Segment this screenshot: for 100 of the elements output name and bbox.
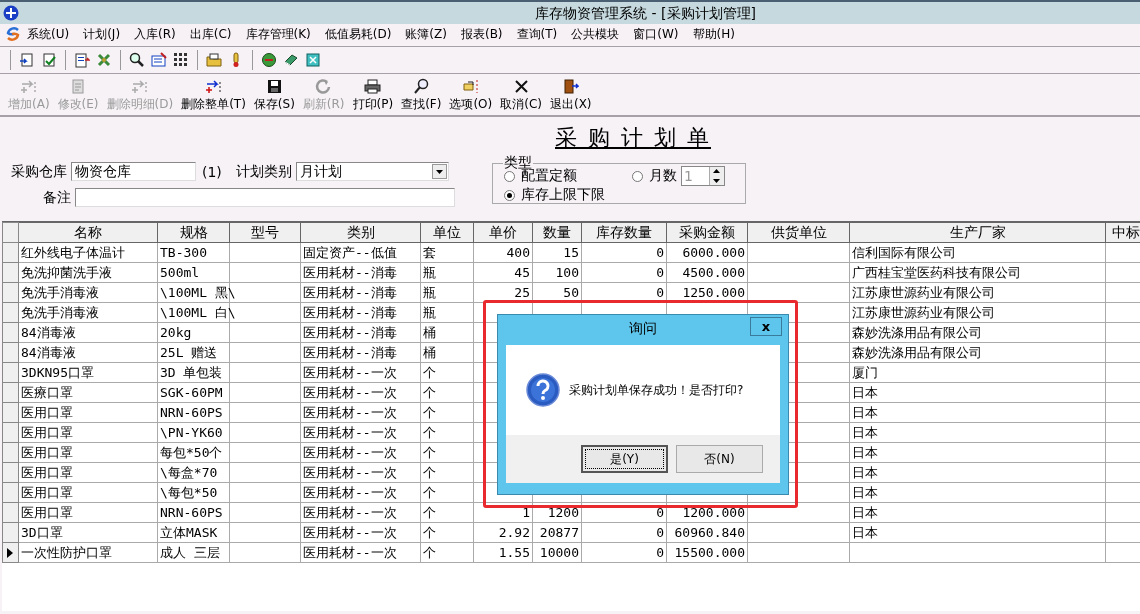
table-cell: 成人 三层 <box>160 543 220 562</box>
table-cell: 1250.000 <box>682 285 745 300</box>
toolbar-button[interactable]: 取消(C) <box>496 78 546 115</box>
printer-icon <box>364 78 382 95</box>
table-cell: 个 <box>423 543 436 562</box>
table-cell: 医用耗材--一次 <box>303 383 397 402</box>
remark-field[interactable] <box>75 188 455 207</box>
check-document-icon <box>41 52 57 68</box>
menu-item[interactable]: 库存管理(K) <box>238 25 318 43</box>
toolbar-button[interactable] <box>19 52 35 68</box>
table-cell: 桶 <box>423 343 436 362</box>
toolbar-button[interactable] <box>283 52 299 68</box>
grid-icon <box>173 52 189 68</box>
toolbar-button[interactable]: 打印(P) <box>348 78 398 115</box>
table-cell: 20877 <box>539 525 579 540</box>
column-header[interactable]: 名称 <box>74 223 102 242</box>
table-cell: 森妙洗涤用品有限公司 <box>852 323 982 342</box>
toolbar-button[interactable] <box>206 52 222 68</box>
table-cell: 桶 <box>423 323 436 342</box>
table-cell: \每包*50 <box>160 483 218 502</box>
menu-item[interactable]: 计划(J) <box>76 25 128 43</box>
table-cell: 医用口罩 <box>21 403 73 422</box>
table-cell: 10000 <box>539 545 579 560</box>
table-cell: 45 <box>514 265 530 280</box>
table-cell: 1200.000 <box>682 505 745 520</box>
menu-item[interactable]: 窗口(W) <box>626 25 686 43</box>
table-cell: 84消毒液 <box>21 323 76 342</box>
plus-arrow-icon <box>20 78 38 95</box>
toolbar-button[interactable]: 查找(F) <box>397 78 446 115</box>
table-cell: 日本 <box>852 463 878 482</box>
table-cell: 400 <box>506 245 530 260</box>
table-cell: 江苏康世源药业有限公司 <box>852 283 995 302</box>
warehouse-code: (1) <box>202 163 222 180</box>
table-cell: 医用口罩 <box>21 423 73 442</box>
menu-item[interactable]: 低值易耗(D) <box>317 25 399 43</box>
table-cell: 60960.840 <box>674 525 745 540</box>
menu-item[interactable]: 帮助(H) <box>685 25 742 43</box>
table-cell: 6000.000 <box>682 245 745 260</box>
toolbar-button[interactable] <box>74 52 90 68</box>
table-cell: 医療口罩 <box>21 383 73 402</box>
table-cell: 50 <box>563 285 579 300</box>
table-cell: 1200 <box>547 505 579 520</box>
toolbar-button[interactable]: 退出(X) <box>545 78 596 115</box>
menu-item[interactable]: 报表(B) <box>453 25 510 43</box>
table-cell: 1 <box>522 505 530 520</box>
up-arrow-icon <box>710 167 723 176</box>
menu-item[interactable]: 系统(U) <box>20 25 77 43</box>
menu-item[interactable]: 查询(T) <box>509 25 565 43</box>
clipboard-icon <box>74 52 90 68</box>
table-cell: 医用耗材--一次 <box>303 403 397 422</box>
table-cell: 免洗手消毒液 <box>21 283 99 302</box>
table-cell: 医用耗材--一次 <box>303 483 397 502</box>
warehouse-field[interactable]: 物资仓库 <box>71 162 196 181</box>
table-cell: 3D口罩 <box>21 523 63 542</box>
toolbar-button[interactable] <box>261 52 277 68</box>
search-icon <box>412 78 430 95</box>
table-cell: \每盒*70 <box>160 463 218 482</box>
table-cell: 医用耗材--一次 <box>303 463 397 482</box>
app-icon <box>3 5 19 21</box>
edit-document-icon <box>69 78 87 95</box>
dialog-message: 采购计划单保存成功！是否打印? <box>569 381 744 399</box>
table-cell: 医用耗材--一次 <box>303 523 397 542</box>
plan-type-dropdown[interactable]: 月计划 <box>295 162 449 181</box>
folder-icon <box>206 52 222 68</box>
dialog-button[interactable]: 是(Y) <box>581 445 668 473</box>
menu-item[interactable]: 入库(R) <box>127 25 183 43</box>
toolbar-button[interactable]: 删除整单(T) <box>177 78 250 115</box>
table-cell: 森妙洗涤用品有限公司 <box>852 343 982 362</box>
table-cell: SGK-60PM <box>160 385 223 400</box>
table-cell: 个 <box>423 503 436 522</box>
toolbar-button[interactable] <box>173 52 189 68</box>
toolbar-button[interactable]: 保存(S) <box>249 78 299 115</box>
toolbar-button[interactable] <box>151 52 167 68</box>
toolbar-button[interactable]: 选项(O) <box>445 78 497 115</box>
table-cell: 医用口罩 <box>21 483 73 502</box>
field-label: 备注 <box>43 188 71 207</box>
search-icon <box>129 52 145 68</box>
table-cell: 0 <box>656 285 664 300</box>
table-cell: 厦门 <box>852 363 878 382</box>
table-cell: 0 <box>656 245 664 260</box>
dialog-button[interactable]: 否(N) <box>676 445 763 473</box>
menu-item[interactable]: 公共模块 <box>564 25 627 43</box>
plus-arrow-icon <box>131 78 149 95</box>
table-cell: 广西桂宝堂医药科技有限公司 <box>852 263 1021 282</box>
menu-item[interactable]: 出库(C) <box>182 25 239 43</box>
radio-button[interactable]: 库存上限下限 <box>504 186 632 204</box>
table-cell: 医用耗材--消毒 <box>303 283 397 302</box>
close-button[interactable]: x <box>750 317 782 336</box>
table-cell: 医用耗材--消毒 <box>303 303 397 322</box>
table-cell: 15 <box>563 245 579 260</box>
table-cell: 医用口罩 <box>21 503 73 522</box>
table-cell: 医用耗材--一次 <box>303 503 397 522</box>
toolbar-button[interactable] <box>129 52 145 68</box>
table-cell: 医用耗材--消毒 <box>303 263 397 282</box>
table-cell: 免洗抑菌洗手液 <box>21 263 112 282</box>
menu-item[interactable]: 账簿(Z) <box>398 25 454 43</box>
table-cell: 医用口罩 <box>21 463 73 482</box>
table-cell: \100ML 白\ <box>160 303 236 322</box>
table-cell: 医用耗材--一次 <box>303 443 397 462</box>
table-cell: 个 <box>423 463 436 482</box>
